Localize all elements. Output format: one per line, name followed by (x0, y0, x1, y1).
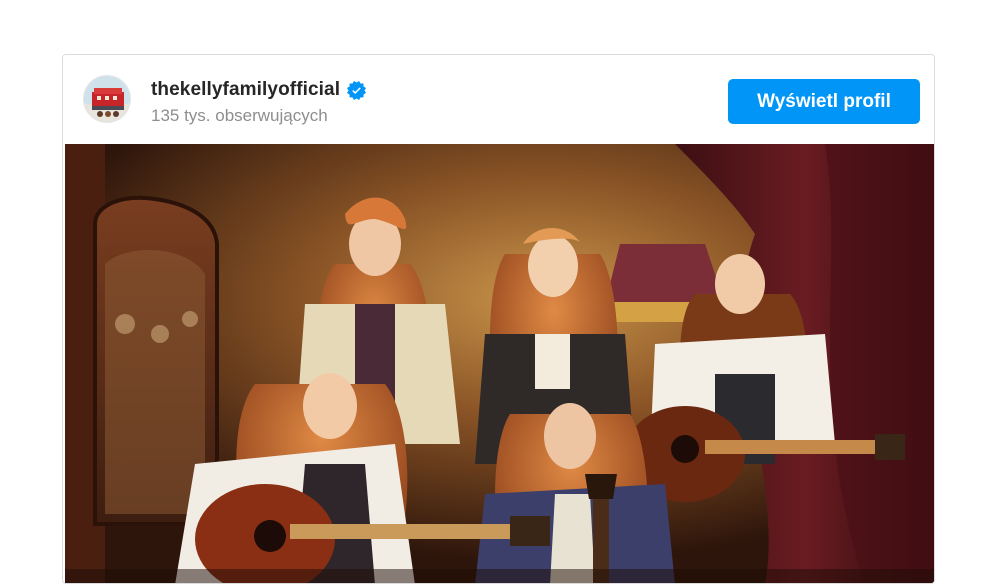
avatar-image (84, 76, 130, 122)
post-photo (65, 144, 934, 583)
followers-count: 135 tys. obserwujących (151, 106, 328, 125)
view-profile-button[interactable]: Wyświetl profil (728, 79, 920, 124)
verified-badge-icon (347, 80, 367, 100)
embed-header: thekellyfamilyofficial 135 tys. obserwuj… (63, 55, 934, 144)
username-link[interactable]: thekellyfamilyofficial (151, 79, 340, 101)
instagram-embed-card: thekellyfamilyofficial 135 tys. obserwuj… (62, 54, 935, 584)
username-row: thekellyfamilyofficial (151, 79, 367, 101)
profile-avatar[interactable] (83, 75, 131, 123)
post-image[interactable] (65, 144, 934, 583)
